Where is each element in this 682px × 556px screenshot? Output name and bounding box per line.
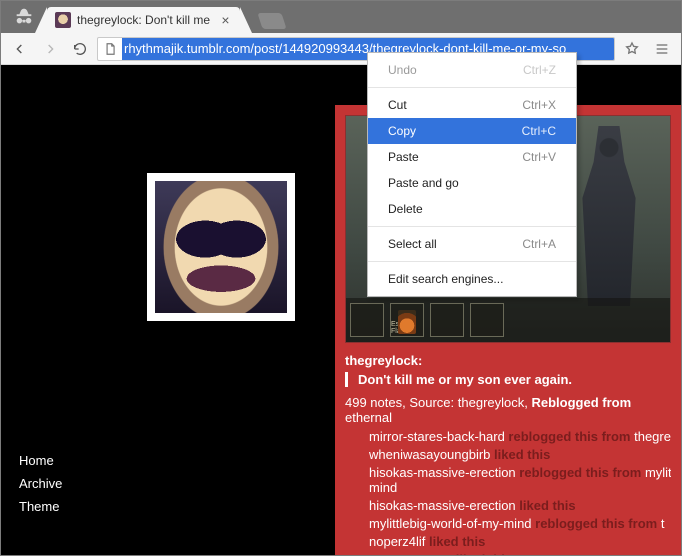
hud-slot	[470, 303, 504, 337]
reblog-user[interactable]: ethernal	[345, 410, 392, 425]
context-menu-label: Undo	[388, 63, 417, 77]
activity-action: reblogged this from	[535, 516, 657, 531]
activity-user[interactable]: mirror-stares-back-hard	[369, 429, 508, 444]
source-label: Source:	[409, 395, 454, 410]
activity-action: reblogged this from	[508, 429, 630, 444]
context-menu-item[interactable]: Paste Ctrl+V	[368, 144, 576, 170]
page-icon	[98, 42, 122, 56]
activity-user[interactable]: mylittlebig-world-of-my-mind	[369, 516, 535, 531]
context-menu-shortcut: Ctrl+C	[522, 124, 556, 138]
blog-avatar-column	[117, 65, 295, 555]
activity-item: wheniwasayoungbirb liked this	[369, 447, 671, 462]
context-menu-shortcut: Ctrl+X	[522, 98, 556, 112]
activity-user[interactable]: hisokas-massive-erection	[369, 465, 519, 480]
new-tab-button[interactable]	[257, 13, 286, 29]
hud-slot	[430, 303, 464, 337]
context-menu-label: Cut	[388, 98, 407, 112]
game-hud: Estus Flask	[346, 298, 670, 342]
context-menu-separator	[368, 261, 576, 262]
tab-title: thegreylock: Don't kill me	[77, 13, 210, 27]
sidebar-link-theme[interactable]: Theme	[19, 499, 117, 514]
post-quote: Don't kill me or my son ever again.	[345, 372, 671, 387]
tab-close-button[interactable]: ×	[219, 13, 232, 26]
post-meta: 499 notes, Source: thegreylock, Reblogge…	[345, 395, 671, 425]
hud-slot-estus: Estus Flask	[390, 303, 424, 337]
chrome-menu-button[interactable]	[649, 36, 675, 62]
activity-target[interactable]: t	[657, 516, 664, 531]
activity-target[interactable]: thegre	[630, 429, 670, 444]
mask-avatar-image	[155, 181, 287, 313]
sidebar-link-home[interactable]: Home	[19, 453, 117, 468]
post-op[interactable]: thegreylock:	[345, 353, 671, 368]
reblog-label: Reblogged from	[532, 395, 632, 410]
context-menu: Undo Ctrl+Z Cut Ctrl+X Copy Ctrl+C Paste Ctrl+V…	[367, 52, 577, 297]
activity-action: reblogged this from	[519, 465, 641, 480]
activity-item: hisokas-massive-erection reblogged this …	[369, 465, 671, 495]
context-menu-separator	[368, 226, 576, 227]
context-menu-item[interactable]: Edit search engines...	[368, 266, 576, 292]
activity-action: liked this	[429, 534, 485, 549]
context-menu-shortcut: Ctrl+A	[522, 237, 556, 251]
forward-button[interactable]	[37, 36, 63, 62]
activity-continuation: mind	[369, 480, 671, 495]
activity-list: mirror-stares-back-hard reblogged this f…	[369, 429, 671, 555]
context-menu-shortcut: Ctrl+V	[522, 150, 556, 164]
context-menu-shortcut: Ctrl+Z	[523, 63, 556, 77]
context-menu-label: Edit search engines...	[388, 272, 503, 286]
activity-item: mylittlebig-world-of-my-mind reblogged t…	[369, 516, 671, 531]
game-character	[574, 126, 644, 306]
activity-item: noperz4lif liked this	[369, 534, 671, 549]
activity-item: hisokas-massive-erection liked this	[369, 498, 671, 513]
blog-sidebar: Home Archive Theme	[1, 65, 117, 555]
activity-user[interactable]: hisokas-massive-erection	[369, 498, 519, 513]
activity-user[interactable]: wheniwasayoungbirb	[369, 447, 494, 462]
bookmark-button[interactable]	[619, 36, 645, 62]
context-menu-label: Delete	[388, 202, 423, 216]
browser-tab[interactable]: thegreylock: Don't kill me ×	[47, 7, 240, 33]
back-button[interactable]	[7, 36, 33, 62]
page-content: Home Archive Theme Estus Flask thegreylo…	[1, 65, 681, 555]
context-menu-separator	[368, 87, 576, 88]
notes-count[interactable]: 499 notes	[345, 395, 402, 410]
activity-action: liked this	[519, 498, 575, 513]
activity-user[interactable]: gamestar1456	[369, 552, 456, 555]
source-user[interactable]: thegreylock	[458, 395, 524, 410]
context-menu-item[interactable]: Select all Ctrl+A	[368, 231, 576, 257]
context-menu-label: Paste	[388, 150, 419, 164]
activity-item: mirror-stares-back-hard reblogged this f…	[369, 429, 671, 444]
activity-item: gamestar1456 liked this	[369, 552, 671, 555]
activity-target[interactable]: mylitt	[641, 465, 671, 480]
context-menu-label: Copy	[388, 124, 416, 138]
context-menu-label: Select all	[388, 237, 437, 251]
blog-avatar-frame[interactable]	[147, 173, 295, 321]
reload-button[interactable]	[67, 36, 93, 62]
context-menu-item: Undo Ctrl+Z	[368, 57, 576, 83]
tab-strip: thegreylock: Don't kill me ×	[1, 1, 681, 33]
activity-user[interactable]: noperz4lif	[369, 534, 429, 549]
context-menu-item[interactable]: Delete	[368, 196, 576, 222]
activity-action: liked this	[456, 552, 512, 555]
sidebar-link-archive[interactable]: Archive	[19, 476, 117, 491]
activity-action: liked this	[494, 447, 550, 462]
context-menu-item[interactable]: Paste and go	[368, 170, 576, 196]
context-menu-item[interactable]: Copy Ctrl+C	[368, 118, 576, 144]
context-menu-item[interactable]: Cut Ctrl+X	[368, 92, 576, 118]
favicon-icon	[55, 12, 71, 28]
context-menu-label: Paste and go	[388, 176, 459, 190]
nav-toolbar: rhythmajik.tumblr.com/post/144920993443/…	[1, 33, 681, 65]
hud-slot	[350, 303, 384, 337]
